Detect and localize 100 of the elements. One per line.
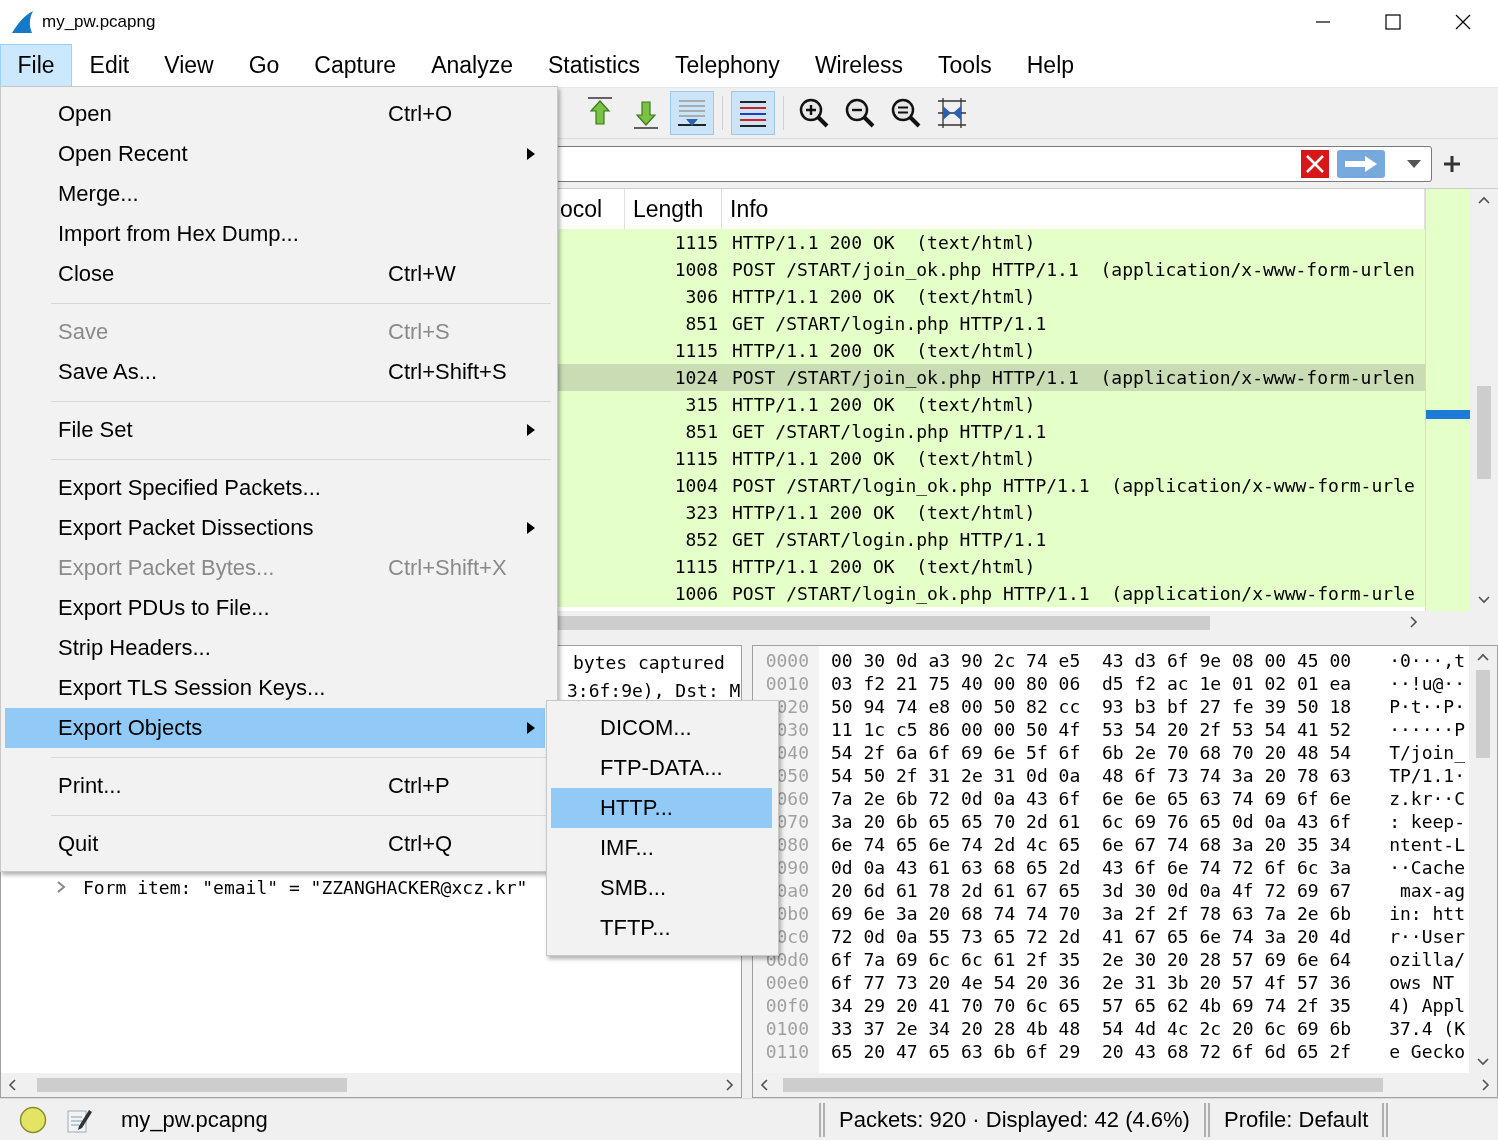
- table-cell-text: 306: [684, 286, 718, 307]
- ascii-text: ozilla/: [1388, 948, 1466, 971]
- shortcut-label: Ctrl+Shift+X: [388, 555, 508, 581]
- autoscroll-button[interactable]: [670, 91, 714, 135]
- hex-bytes: 11 1c c5 86 00 00 50 4f 53 54 20 2f 53 54 41 52: [830, 718, 1353, 741]
- menubar-item[interactable]: View: [146, 44, 232, 87]
- detail-line: 3:6f:9e), Dst: M: [567, 679, 741, 703]
- hex-bytes: 50 94 74 e8 00 50 82 cc 93 b3 bf 27 fe 39 50 18: [830, 695, 1353, 718]
- menu-item[interactable]: Open Ctrl+O: [5, 94, 545, 134]
- maximize-icon[interactable]: [1385, 14, 1401, 30]
- scroll-left-icon[interactable]: [759, 1078, 769, 1092]
- table-cell-text: 1004: [673, 475, 718, 496]
- scrollbar-thumb[interactable]: [1476, 670, 1490, 758]
- status-separator: [1203, 1102, 1210, 1137]
- horizontal-scrollbar[interactable]: [1, 1073, 741, 1097]
- menu-item[interactable]: Export TLS Session Keys...: [5, 668, 545, 708]
- menubar-item[interactable]: Analyze: [413, 44, 531, 87]
- table-cell: HTTP/1.1 200 OK (text/html): [732, 286, 1036, 307]
- ascii-text: 4) Appl: [1388, 994, 1466, 1017]
- scrollbar-thumb[interactable]: [1477, 386, 1491, 479]
- menubar-item[interactable]: File: [0, 44, 73, 87]
- table-cell: HTTP/1.1 200 OK (text/html): [732, 340, 1036, 361]
- menubar-item[interactable]: Help: [1009, 44, 1092, 87]
- menubar-item[interactable]: Tools: [920, 44, 1010, 87]
- menu-item[interactable]: Open Recent: [5, 134, 545, 174]
- hex-bytes: 69 6e 3a 20 68 74 74 70 3a 2f 2f 78 63 7a 2e 6b: [830, 902, 1353, 925]
- horizontal-scrollbar[interactable]: [753, 1073, 1497, 1097]
- menubar-item[interactable]: Go: [231, 44, 297, 87]
- shortcut-label: Ctrl+Q: [388, 831, 454, 857]
- ascii-text: ·0···,t: [1388, 649, 1466, 672]
- table-cell-text: 1115: [673, 556, 718, 577]
- vertical-scrollbar[interactable]: [1469, 646, 1497, 1073]
- scroll-right-icon[interactable]: [725, 1078, 735, 1092]
- menubar-item[interactable]: Edit: [72, 44, 147, 87]
- hex-bytes: 3a 20 6b 65 65 70 2d 61 6c 69 76 65 0d 0a 43 6f: [830, 810, 1353, 833]
- scroll-right-icon[interactable]: [1481, 1078, 1491, 1092]
- hex-bytes: 6e 74 65 6e 74 2d 4c 65 6e 67 74 68 3a 20 35 34: [830, 833, 1353, 856]
- colored-lines-button[interactable]: [731, 91, 775, 135]
- table-cell-text: 1115: [673, 448, 718, 469]
- ascii-text: ··Cache: [1388, 856, 1466, 879]
- table-cell-text: 1115: [673, 232, 718, 253]
- hex-bytes: 34 29 20 41 70 70 6c 65 57 65 62 4b 69 74 2f 35: [830, 994, 1353, 1017]
- scroll-down-icon[interactable]: [1477, 595, 1491, 605]
- scroll-right-icon[interactable]: [1409, 615, 1419, 629]
- add-filter-icon[interactable]: [1444, 155, 1460, 172]
- menubar-item[interactable]: Telephony: [657, 44, 798, 87]
- menu-item[interactable]: Quit Ctrl+Q: [5, 824, 545, 864]
- vertical-scrollbar[interactable]: [1470, 189, 1498, 611]
- hex-bytes: 0d 0a 43 61 63 68 65 2d 43 6f 6e 74 72 6f 6c 3a: [830, 856, 1353, 879]
- dropdown-caret-icon[interactable]: [1407, 159, 1421, 168]
- scroll-left-icon[interactable]: [7, 1078, 17, 1092]
- table-cell: HTTP/1.1 200 OK (text/html): [732, 556, 1036, 577]
- hex-bytes: 20 6d 61 78 2d 61 67 65 3d 30 0d 0a 4f 72 69 67: [830, 879, 1353, 902]
- ascii-text: max-ag: [1399, 879, 1466, 902]
- detail-line: bytes captured: [573, 651, 725, 675]
- menu-item[interactable]: Strip Headers...: [5, 628, 545, 668]
- table-cell: HTTP/1.1 200 OK (text/html): [732, 448, 1036, 469]
- status-circle-icon: [19, 1105, 47, 1134]
- table-cell: GET /START/login.php HTTP/1.1: [732, 529, 1047, 550]
- scrollbar-thumb[interactable]: [37, 1078, 347, 1092]
- profile-label[interactable]: Profile: Default: [1223, 1106, 1369, 1133]
- hex-bytes: 6f 7a 69 6c 6c 61 2f 35 2e 30 20 28 57 69 6e 64: [830, 948, 1353, 971]
- ascii-text: z.kr··C: [1388, 787, 1466, 810]
- ascii-text: e Gecko: [1388, 1040, 1466, 1063]
- menubar-item[interactable]: Capture: [296, 44, 414, 87]
- ascii-text: : keep-: [1388, 810, 1466, 833]
- ascii-text: 37.4 (K: [1388, 1017, 1466, 1040]
- menu-item[interactable]: Merge...: [5, 174, 545, 214]
- ascii-text: ······P: [1388, 718, 1466, 741]
- table-cell-text: 851: [684, 421, 718, 442]
- scrollbar-thumb[interactable]: [783, 1078, 1383, 1092]
- menu-item[interactable]: Export Objects: [5, 708, 545, 748]
- hex-bytes: 72 0d 0a 55 73 65 72 2d 41 67 65 6e 74 3a 20 4d: [830, 925, 1353, 948]
- expand-caret-icon[interactable]: [55, 881, 67, 893]
- table-cell-text: 315: [684, 394, 718, 415]
- table-cell: GET /START/login.php HTTP/1.1: [732, 421, 1047, 442]
- scroll-down-icon[interactable]: [1476, 1057, 1490, 1067]
- close-icon[interactable]: [1455, 14, 1471, 30]
- hex-bytes: 33 37 2e 34 20 28 4b 48 54 4d 4c 2c 20 6c 69 6b: [830, 1017, 1353, 1040]
- hex-bytes: 54 50 2f 31 2e 31 0d 0a 48 6f 73 74 3a 20 78 63: [830, 764, 1353, 787]
- menu-item[interactable]: Print... Ctrl+P: [5, 766, 545, 806]
- table-cell: HTTP/1.1 200 OK (text/html): [732, 232, 1036, 253]
- hex-bytes: 03 f2 21 75 40 00 80 06 d5 f2 ac 1e 01 02 01 ea: [830, 672, 1353, 695]
- hex-bytes: 54 2f 6a 6f 69 6e 5f 6f 6b 2e 70 68 70 20 48 54: [830, 741, 1353, 764]
- menubar-item[interactable]: Wireless: [797, 44, 921, 87]
- scroll-up-icon[interactable]: [1477, 195, 1491, 205]
- scroll-up-icon[interactable]: [1476, 652, 1490, 662]
- ascii-text: r··User: [1388, 925, 1466, 948]
- table-cell-text: 852: [684, 529, 718, 550]
- table-cell-text: 1024: [673, 367, 718, 388]
- ascii-text: P·t··P·: [1388, 695, 1466, 718]
- menubar-item[interactable]: Statistics: [530, 44, 658, 87]
- ascii-text: in: htt: [1388, 902, 1466, 925]
- file-name: my_pw.pcapng: [121, 1106, 269, 1133]
- table-cell: HTTP/1.1 200 OK (text/html): [732, 394, 1036, 415]
- ascii-text: ··!u@··: [1388, 672, 1466, 695]
- tree-item[interactable]: Form item: "email" = "ZZANGHACKER@xcz.kr": [83, 876, 528, 898]
- menu-item[interactable]: HTTP...: [551, 788, 772, 828]
- clear-icon[interactable]: [1301, 149, 1329, 178]
- table-cell-text: 1008: [673, 259, 718, 280]
